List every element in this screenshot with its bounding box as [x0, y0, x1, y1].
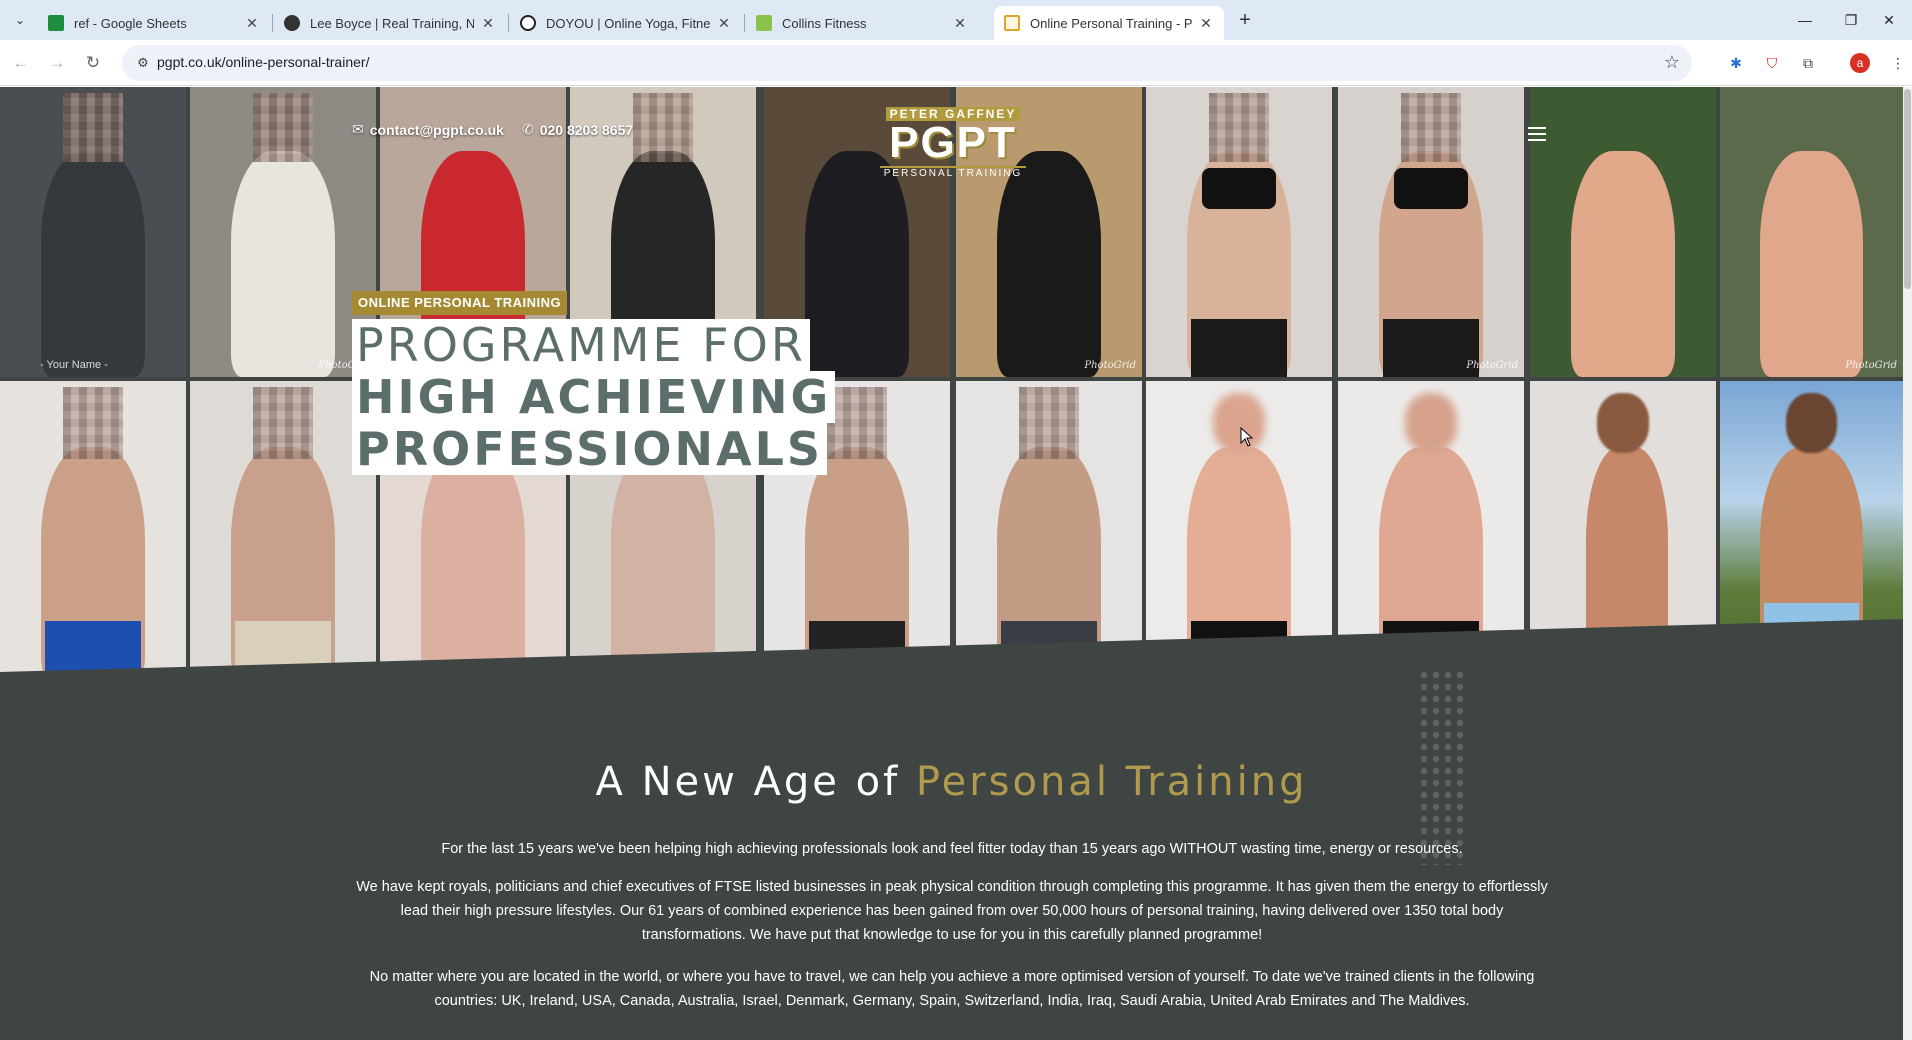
reload-icon[interactable]: ↻: [80, 50, 106, 76]
browser-toolbar: ← → ↻ ⚙ pgpt.co.uk/online-personal-train…: [0, 40, 1912, 86]
address-bar[interactable]: ⚙ pgpt.co.uk/online-personal-trainer/ ☆: [122, 45, 1692, 81]
section-title: A New Age of Personal Training: [0, 759, 1903, 805]
page-viewport: - Your Name - PhotoGrid PhotoGrid PhotoG…: [0, 87, 1912, 1040]
intro-paragraph-3: No matter where you are located in the w…: [369, 969, 1535, 1009]
hero-headline-line-2: HIGH ACHIEVING: [352, 371, 836, 423]
tab-collins-fitness[interactable]: Collins Fitness ✕: [746, 6, 978, 40]
tab-pgpt-active[interactable]: Online Personal Training - PGPT ✕: [994, 6, 1224, 40]
tab-title: Lee Boyce | Real Training, No N: [310, 15, 474, 31]
tab-title: ref - Google Sheets: [74, 15, 187, 31]
person-silhouette-icon: [284, 15, 300, 31]
hamburger-menu-icon[interactable]: [1528, 127, 1546, 141]
extensions-puzzle-icon[interactable]: ⧉: [1796, 51, 1820, 75]
doyou-circle-icon: [520, 15, 536, 31]
browser-tab-strip: ⌄ ref - Google Sheets ✕ Lee Boyce | Real…: [0, 0, 1912, 40]
menu-kebab-icon[interactable]: ⋮: [1886, 51, 1910, 75]
tab-separator: [744, 14, 745, 32]
document-icon: [1004, 15, 1020, 31]
logo-main-text: PGPT: [889, 118, 1017, 167]
intro-paragraph-2: We have kept royals, politicians and chi…: [356, 879, 1548, 943]
back-arrow-icon[interactable]: ←: [8, 50, 34, 76]
tab-search-chevron-icon[interactable]: ⌄: [8, 8, 32, 32]
phone-text[interactable]: 020 8203 8657: [540, 122, 633, 138]
minimize-icon[interactable]: —: [1782, 0, 1828, 40]
close-window-icon[interactable]: ✕: [1866, 0, 1912, 40]
tab-google-sheets[interactable]: ref - Google Sheets ✕: [38, 6, 270, 40]
forward-arrow-icon[interactable]: →: [44, 50, 70, 76]
site-settings-icon[interactable]: ⚙: [134, 54, 152, 72]
close-icon[interactable]: ✕: [244, 15, 260, 31]
scrollbar-thumb[interactable]: [1904, 89, 1911, 289]
url-text[interactable]: pgpt.co.uk/online-personal-trainer/: [157, 54, 369, 70]
new-tab-button[interactable]: +: [1232, 8, 1258, 34]
hero-headline-line-1: PROGRAMME FOR: [352, 319, 810, 371]
section-title-plain: A New Age of: [595, 759, 901, 805]
tab-doyou[interactable]: DOYOU | Online Yoga, Fitness, & ✕: [510, 6, 742, 40]
green-square-icon: [756, 15, 772, 31]
tab-title: Collins Fitness: [782, 15, 867, 31]
mouse-cursor-icon: [1240, 427, 1254, 447]
close-icon[interactable]: ✕: [716, 15, 732, 31]
logo-bottom-text: PERSONAL TRAINING: [879, 166, 1027, 179]
extension-shield-icon[interactable]: ⛉: [1760, 51, 1784, 75]
close-icon[interactable]: ✕: [952, 15, 968, 31]
page-scrollbar[interactable]: [1903, 87, 1912, 1040]
envelope-icon: ✉: [352, 121, 364, 137]
tab-separator: [272, 14, 273, 32]
hero-tagline: ONLINE PERSONAL TRAINING: [352, 291, 568, 315]
close-icon[interactable]: ✕: [480, 15, 496, 31]
tab-title: Online Personal Training - PGPT: [1030, 15, 1192, 31]
tab-separator: [508, 14, 509, 32]
header-email-link[interactable]: ✉ contact@pgpt.co.uk: [352, 121, 504, 138]
pgpt-logo[interactable]: PETER GAFFNEY PGPT PERSONAL TRAINING: [860, 105, 1046, 179]
bookmark-star-icon[interactable]: ☆: [1664, 52, 1680, 73]
close-icon[interactable]: ✕: [1198, 15, 1214, 31]
section-title-accent: Personal Training: [915, 759, 1308, 805]
tab-lee-boyce[interactable]: Lee Boyce | Real Training, No N ✕: [274, 6, 506, 40]
google-sheets-icon: [48, 15, 64, 31]
header-phone-link[interactable]: ✆ 020 8203 8657: [522, 121, 633, 138]
extension-globe-icon[interactable]: ✱: [1724, 51, 1748, 75]
email-text[interactable]: contact@pgpt.co.uk: [370, 122, 504, 138]
tab-title: DOYOU | Online Yoga, Fitness, &: [546, 15, 710, 31]
intro-paragraph-1: For the last 15 years we've been helping…: [441, 841, 1463, 857]
hero-headline-line-3: PROFESSIONALS: [352, 423, 828, 475]
profile-avatar[interactable]: a: [1848, 51, 1872, 75]
phone-icon: ✆: [522, 121, 534, 137]
